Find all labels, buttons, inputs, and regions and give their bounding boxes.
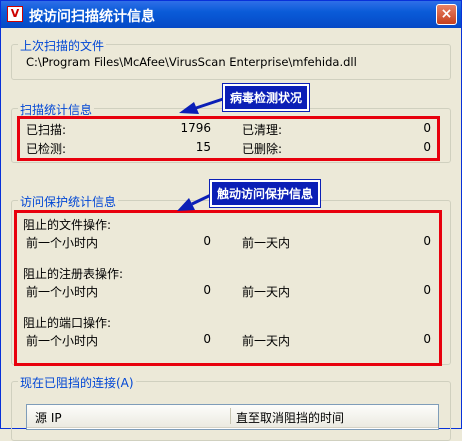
mcafee-shield-icon: V bbox=[7, 6, 23, 22]
trigger-info-callout: 触动访问保护信息 bbox=[208, 179, 322, 208]
blocked-connections-legend[interactable]: 现在已阻挡的连接(A) bbox=[18, 374, 136, 391]
blocked-connections-list[interactable]: 源 IP 直至取消阻挡的时间 bbox=[26, 404, 439, 430]
last-scanned-legend: 上次扫描的文件 bbox=[18, 37, 107, 54]
title-bar[interactable]: V 按访问扫描统计信息 × bbox=[1, 1, 461, 28]
column-unblock-time[interactable]: 直至取消阻挡的时间 bbox=[236, 409, 344, 426]
last-scanned-path: C:\Program Files\McAfee\VirusScan Enterp… bbox=[26, 55, 357, 69]
virus-status-callout: 病毒检测状况 bbox=[221, 83, 311, 112]
scan-stats-highlight-box bbox=[17, 116, 440, 161]
column-divider[interactable] bbox=[230, 408, 231, 424]
access-protection-legend: 访问保护统计信息 bbox=[18, 193, 119, 210]
window-title: 按访问扫描统计信息 bbox=[29, 9, 155, 25]
statistics-window: V 按访问扫描统计信息 × 上次扫描的文件 C:\Program Files\M… bbox=[0, 0, 462, 441]
access-protection-highlight-box bbox=[14, 210, 442, 366]
last-scanned-group: 上次扫描的文件 C:\Program Files\McAfee\VirusSca… bbox=[11, 37, 451, 80]
column-source-ip[interactable]: 源 IP bbox=[35, 409, 62, 426]
list-header: 源 IP 直至取消阻挡的时间 bbox=[27, 405, 438, 428]
close-button[interactable]: × bbox=[436, 4, 457, 25]
